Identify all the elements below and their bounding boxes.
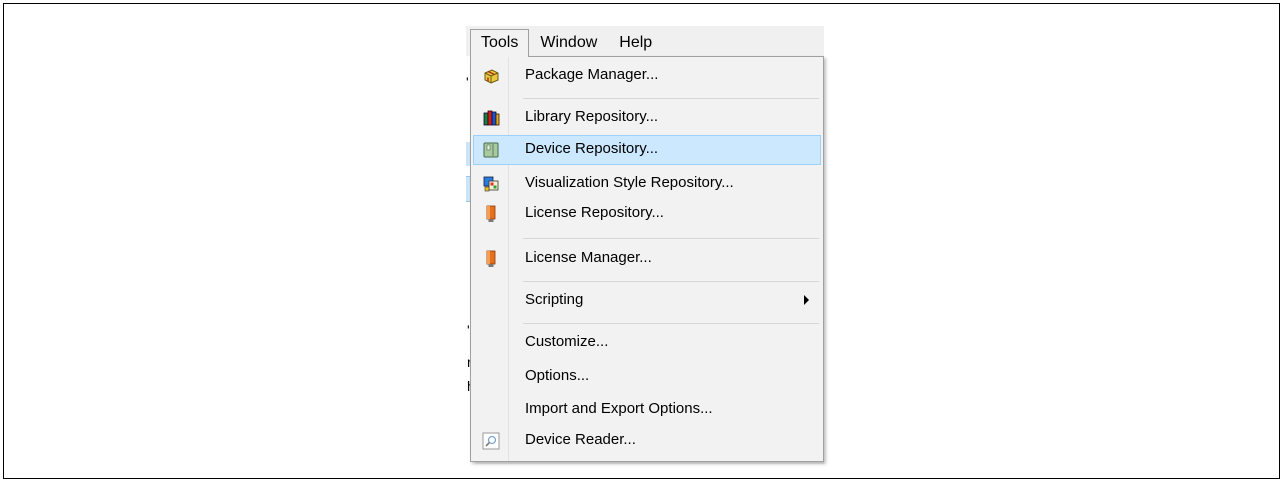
menu-item-label: Import and Export Options... (525, 400, 713, 417)
tools-dropdown-menu: Package Manager... Library Repository...… (470, 56, 824, 462)
menu-item-label: Library Repository... (525, 108, 659, 125)
license-key-icon (486, 205, 496, 222)
menu-tools[interactable]: Tools (470, 29, 530, 57)
menu-item-visualization-style-repository[interactable]: Visualization Style Repository... (473, 169, 821, 199)
menu-item-customize[interactable]: Customize... (473, 328, 821, 358)
menu-item-package-manager[interactable]: Package Manager... (473, 61, 821, 91)
menu-item-label: Device Reader... (525, 431, 636, 448)
menu-item-library-repository[interactable]: Library Repository... (473, 103, 821, 133)
menu-item-label: License Repository... (525, 204, 664, 221)
license-key-icon (486, 250, 496, 267)
menu-item-device-repository[interactable]: Device Repository... (473, 135, 821, 165)
menu-item-scripting[interactable]: Scripting (473, 286, 821, 316)
menu-separator (523, 323, 819, 324)
menu-separator (523, 98, 819, 99)
menu-item-label: Visualization Style Repository... (525, 174, 734, 191)
menu-item-label: Customize... (525, 333, 609, 350)
menu-item-options[interactable]: Options... (473, 362, 821, 392)
menu-item-device-reader[interactable]: Device Reader... (473, 426, 821, 456)
visualization-style-icon (483, 176, 499, 192)
menu-item-license-manager[interactable]: License Manager... (473, 244, 821, 274)
menu-item-label: Package Manager... (525, 66, 659, 83)
menu-item-label: Scripting (525, 291, 584, 308)
device-reader-icon (482, 432, 500, 450)
device-icon (483, 142, 499, 158)
menu-item-label: License Manager... (525, 249, 652, 266)
menu-item-license-repository[interactable]: License Repository... (473, 199, 821, 229)
library-books-icon (483, 110, 500, 126)
background-text-fragment: ' (466, 74, 469, 90)
menu-separator (523, 238, 819, 239)
menu-help[interactable]: Help (608, 29, 663, 56)
package-icon (484, 69, 499, 84)
menu-window[interactable]: Window (529, 29, 608, 56)
menu-item-label: Options... (525, 367, 590, 384)
menu-bar: Tools Window Help (470, 29, 663, 57)
menu-item-import-export-options[interactable]: Import and Export Options... (473, 395, 821, 425)
submenu-arrow-icon (804, 295, 809, 305)
menu-item-label: Device Repository... (525, 140, 659, 157)
menu-separator (523, 281, 819, 282)
